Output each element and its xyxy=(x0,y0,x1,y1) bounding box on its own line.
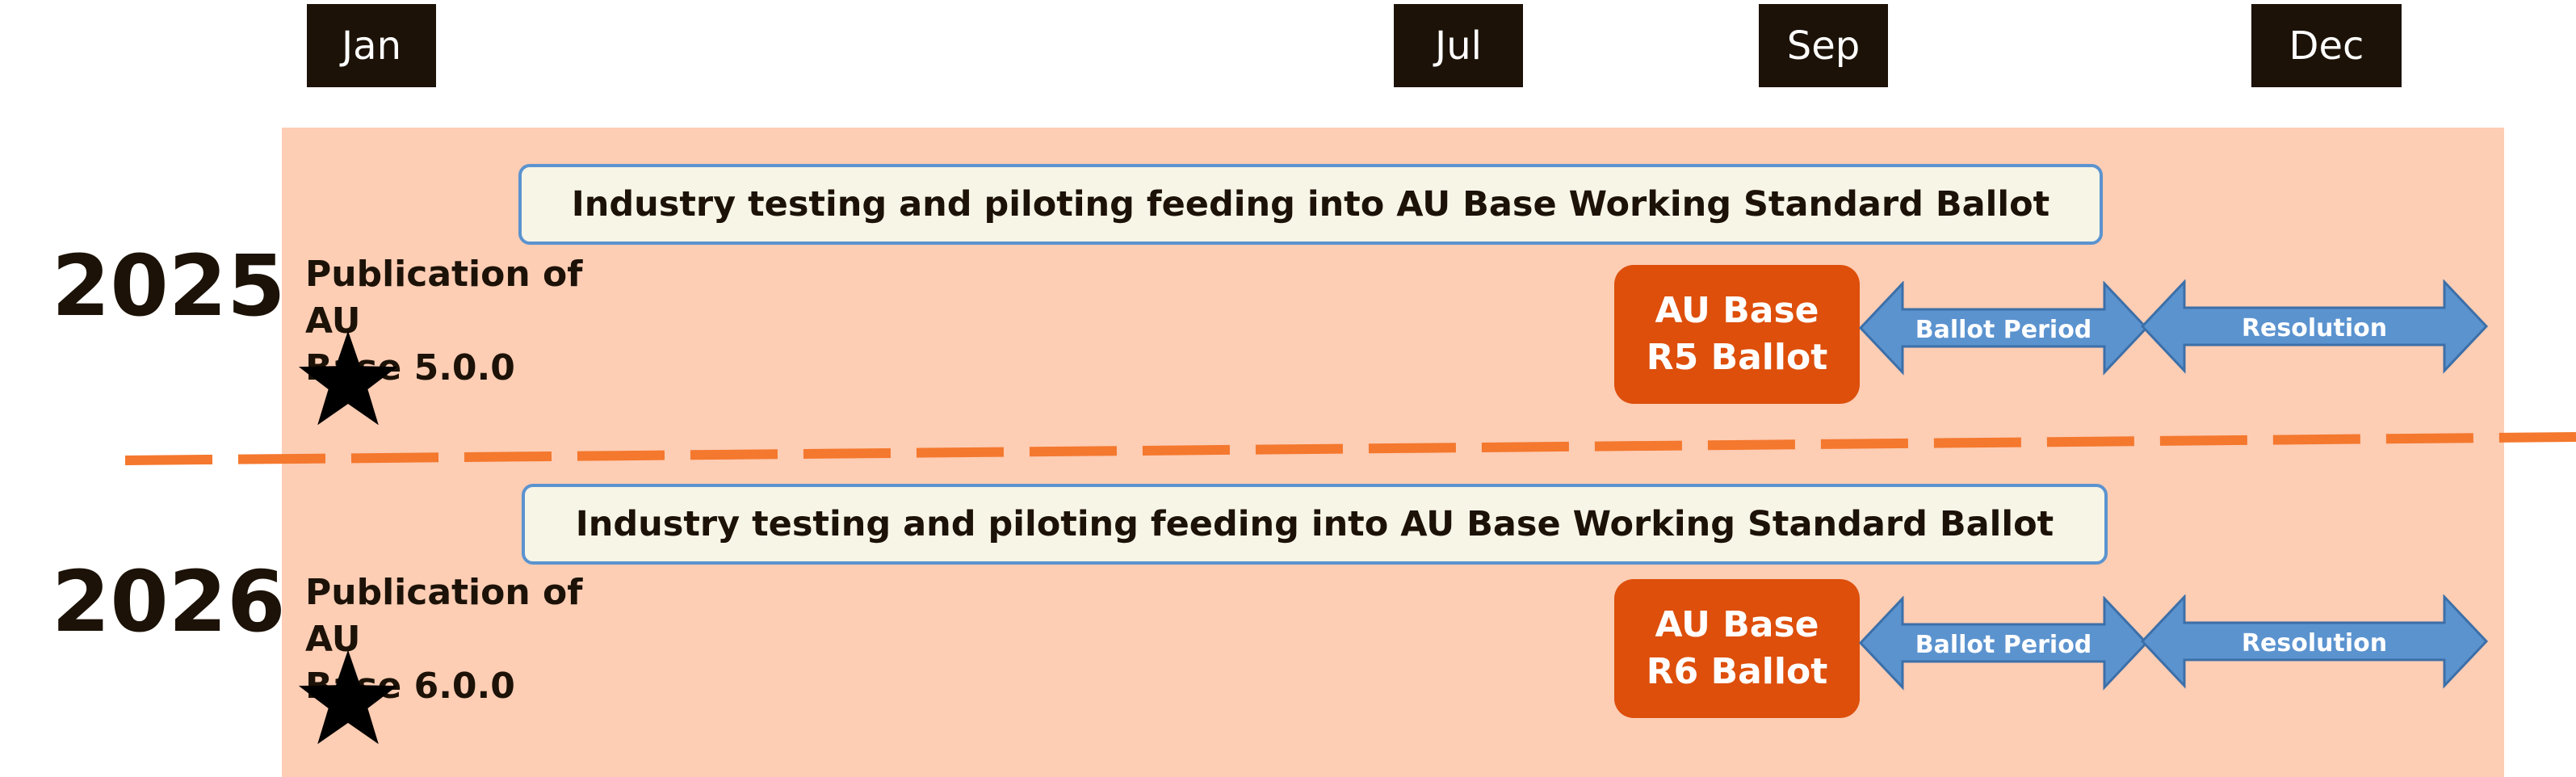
ballot-period-arrow-2025: Ballot Period xyxy=(1858,281,2149,376)
ballot-period-label: Ballot Period xyxy=(1915,316,2092,344)
ballot-period-label: Ballot Period xyxy=(1915,631,2092,659)
ballot-line2: R5 Ballot xyxy=(1646,337,1828,378)
star-icon xyxy=(298,330,398,426)
ballot-period-arrow-2026: Ballot Period xyxy=(1858,596,2149,691)
year-label-2025: 2025 xyxy=(52,237,286,335)
resolution-label: Resolution xyxy=(2242,629,2387,657)
ballot-box-r6: AU Base R6 Ballot xyxy=(1614,579,1860,718)
resolution-label: Resolution xyxy=(2242,314,2387,342)
testing-bar-2026: Industry testing and piloting feeding in… xyxy=(522,484,2108,565)
testing-bar-2025: Industry testing and piloting feeding in… xyxy=(518,164,2103,245)
year-label-2026: 2026 xyxy=(52,552,286,651)
ballot-line2: R6 Ballot xyxy=(1646,651,1828,692)
ballot-line1: AU Base xyxy=(1655,604,1819,645)
ballot-line1: AU Base xyxy=(1655,290,1819,331)
resolution-arrow-2026: Resolution xyxy=(2140,594,2489,689)
ballot-box-r5: AU Base R5 Ballot xyxy=(1614,265,1860,404)
resolution-arrow-2025: Resolution xyxy=(2140,279,2489,374)
star-icon xyxy=(298,649,398,745)
